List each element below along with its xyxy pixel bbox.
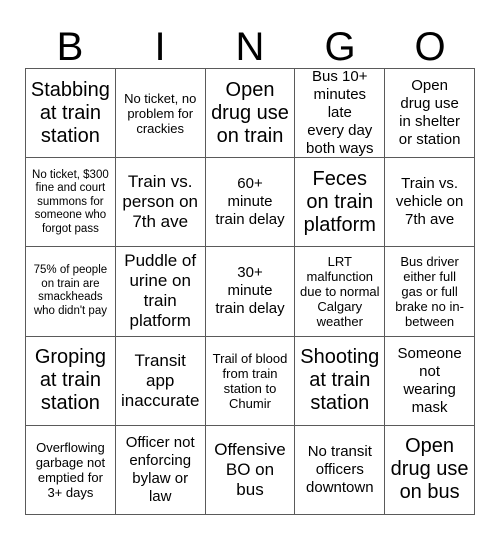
- bingo-header-row: B I N G O: [25, 16, 475, 68]
- bingo-cell[interactable]: Trail of blood from train station to Chu…: [205, 336, 296, 426]
- bingo-cell[interactable]: Stabbing at train station: [26, 69, 116, 159]
- bingo-card: B I N G O Stabbing at train station No ti…: [0, 0, 500, 544]
- bingo-cell-text: LRT malfunction due to normal Calgary we…: [300, 253, 380, 329]
- bingo-cell-text: Transit app inaccurate: [120, 350, 200, 410]
- bingo-cell-text: 60+ minute train delay: [215, 175, 285, 229]
- bingo-cell[interactable]: 60+ minute train delay: [205, 158, 296, 248]
- bingo-cell-text: Bus 10+ minutes late every day both ways: [306, 69, 374, 158]
- bingo-cell-text: Overflowing garbage not emptied for 3+ d…: [35, 439, 106, 500]
- bingo-cell[interactable]: Open drug use in shelter or station: [385, 69, 475, 159]
- bingo-cell[interactable]: No ticket, no problem for crackies: [115, 69, 206, 159]
- bingo-cell-text: Offensive BO on bus: [214, 439, 286, 499]
- bingo-header-letter-i: I: [154, 25, 166, 69]
- bingo-header-letter-n: N: [235, 25, 265, 69]
- bingo-cell[interactable]: LRT malfunction due to normal Calgary we…: [295, 247, 386, 337]
- bingo-cell-text: 30+ minute train delay: [215, 264, 285, 318]
- bingo-cell-text: Trail of blood from train station to Chu…: [212, 350, 288, 411]
- bingo-cell[interactable]: Open drug use on bus: [385, 425, 475, 515]
- bingo-cell-text: Shooting at train station: [300, 346, 380, 415]
- bingo-cell-text: Puddle of urine on train platform: [124, 251, 197, 331]
- bingo-cell-text: Groping at train station: [34, 346, 106, 415]
- bingo-cell-text: No ticket, no problem for crackies: [124, 90, 197, 136]
- bingo-cell[interactable]: Puddle of urine on train platform: [115, 247, 206, 337]
- bingo-cell-text: Feces on train platform: [303, 167, 376, 236]
- bingo-cell-text: Open drug use in shelter or station: [398, 77, 461, 149]
- bingo-cell-text: No transit officers downtown: [306, 442, 374, 496]
- bingo-cell[interactable]: Overflowing garbage not emptied for 3+ d…: [26, 425, 116, 515]
- bingo-cell[interactable]: Bus driver either full gas or full brake…: [385, 247, 475, 337]
- bingo-cell[interactable]: Groping at train station: [26, 336, 116, 426]
- bingo-header-letter-b: B: [56, 25, 84, 69]
- bingo-cell[interactable]: Someone not wearing mask: [385, 336, 475, 426]
- bingo-cell[interactable]: Feces on train platform: [295, 158, 386, 248]
- bingo-cell-text: Stabbing at train station: [30, 78, 110, 147]
- bingo-cell-text: Open drug use on bus: [390, 435, 469, 504]
- bingo-cell[interactable]: No ticket, $300 fine and court summons f…: [26, 158, 116, 248]
- bingo-cell-text: Someone not wearing mask: [397, 344, 462, 416]
- bingo-cell-text: 75% of people on train are smackheads wh…: [33, 264, 108, 317]
- bingo-cell-text: Officer not enforcing bylaw or law: [125, 433, 195, 505]
- bingo-cell[interactable]: Shooting at train station: [295, 336, 386, 426]
- bingo-cell-text: Bus driver either full gas or full brake…: [395, 253, 464, 329]
- bingo-header-letter-o: O: [414, 25, 446, 69]
- bingo-cell[interactable]: Train vs. person on 7th ave: [115, 158, 206, 248]
- bingo-cell[interactable]: Offensive BO on bus: [205, 425, 296, 515]
- bingo-cell[interactable]: Bus 10+ minutes late every day both ways: [295, 69, 386, 159]
- bingo-header-letter-g: G: [324, 25, 356, 69]
- bingo-cell[interactable]: 30+ minute train delay: [205, 247, 296, 337]
- bingo-cell[interactable]: 75% of people on train are smackheads wh…: [26, 247, 116, 337]
- bingo-cell-text: No ticket, $300 fine and court summons f…: [32, 168, 109, 235]
- bingo-cell-text: Train vs. person on 7th ave: [122, 172, 198, 232]
- bingo-cell[interactable]: Transit app inaccurate: [115, 336, 206, 426]
- bingo-cell[interactable]: Officer not enforcing bylaw or law: [115, 425, 206, 515]
- bingo-cell[interactable]: No transit officers downtown: [295, 425, 386, 515]
- bingo-cell[interactable]: Open drug use on train: [205, 69, 296, 159]
- bingo-cell-text: Train vs. vehicle on 7th ave: [395, 175, 464, 229]
- bingo-grid: Stabbing at train station No ticket, no p…: [25, 68, 475, 515]
- bingo-cell[interactable]: Train vs. vehicle on 7th ave: [385, 158, 475, 248]
- bingo-cell-text: Open drug use on train: [211, 78, 289, 147]
